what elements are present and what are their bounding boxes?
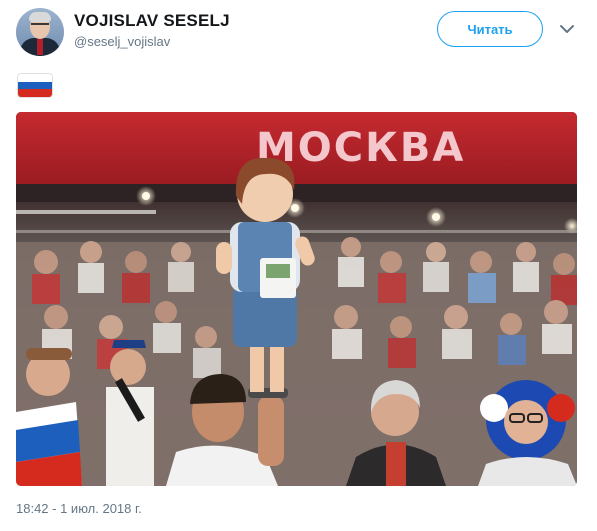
tweet-card: VOJISLAV SESELJ @seselj_vojislav Читать bbox=[0, 0, 597, 531]
russia-flag-emoji bbox=[18, 74, 52, 97]
follow-button[interactable]: Читать bbox=[437, 11, 543, 47]
flag-stripe-blue bbox=[18, 81, 52, 90]
tweet-timestamp[interactable]: 18:42 - 1 июл. 2018 г. bbox=[16, 501, 142, 516]
user-handle[interactable]: @seselj_vojislav bbox=[74, 34, 170, 49]
user-avatar[interactable] bbox=[16, 8, 64, 56]
display-name[interactable]: VOJISLAV SESELJ bbox=[74, 11, 230, 31]
flag-stripe-white bbox=[18, 74, 52, 82]
tweet-photo[interactable]: МОСКВА bbox=[16, 112, 577, 486]
chevron-down-icon[interactable] bbox=[558, 22, 576, 36]
banner-text: МОСКВА bbox=[256, 125, 465, 171]
flag-stripe-red bbox=[18, 89, 52, 97]
